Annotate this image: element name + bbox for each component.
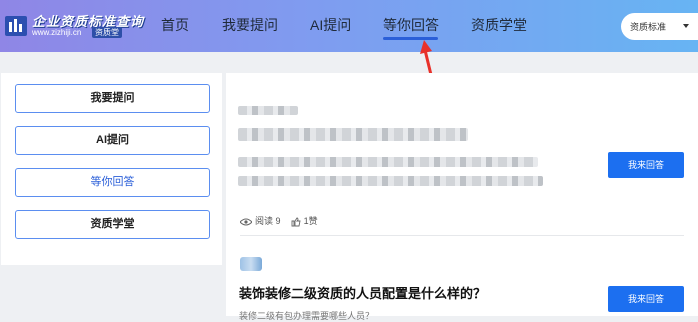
question-card[interactable]: 装饰装修二级资质的人员配置是什么样的？ 装修二级有包办理需要哪些人员？ 我来回答 [226, 236, 698, 321]
question-stats: 阅读 9 1赞 [240, 214, 318, 227]
logo-brand: 资质堂 [92, 27, 122, 38]
sidebar-item-waiting-answers[interactable]: 等你回答 [15, 168, 210, 197]
sidebar-item-ask-question[interactable]: 我要提问 [15, 84, 210, 113]
views-count: 9 [275, 216, 281, 226]
question-card[interactable]: 阅读 9 1赞 我来回答 [226, 73, 698, 236]
likes-label: 赞 [308, 216, 318, 226]
views-label: 阅读 [255, 216, 274, 226]
blurred-question-text [238, 157, 538, 167]
nav-ask-question[interactable]: 我要提问 [222, 15, 278, 35]
blurred-username [238, 106, 298, 115]
eye-icon [240, 218, 252, 226]
nav-qualification-academy[interactable]: 资质学堂 [471, 15, 527, 35]
blurred-question-title [238, 128, 468, 141]
thumbs-up-icon[interactable] [291, 217, 301, 227]
sidebar: 我要提问 AI提问 等你回答 资质学堂 [1, 73, 222, 265]
blurred-question-text [238, 176, 543, 186]
caret-down-icon [683, 24, 689, 28]
logo-url: www.zizhiji.cn [32, 28, 82, 37]
answer-button[interactable]: 我来回答 [608, 286, 684, 312]
nav-ai-question[interactable]: AI提问 [310, 15, 351, 35]
search-category-select[interactable]: 资质标准 [621, 13, 698, 40]
logo-mark-icon [5, 16, 27, 36]
site-logo[interactable]: 企业资质标准查询 www.zizhiji.cn 资质堂 [4, 9, 154, 43]
avatar [240, 257, 262, 271]
answer-button[interactable]: 我来回答 [608, 152, 684, 178]
nav-home[interactable]: 首页 [161, 15, 189, 35]
sidebar-item-qualification-academy[interactable]: 资质学堂 [15, 210, 210, 239]
nav-waiting-answers[interactable]: 等你回答 [383, 15, 439, 35]
question-title[interactable]: 装饰装修二级资质的人员配置是什么样的？ [239, 283, 486, 302]
search-category-label: 资质标准 [630, 22, 667, 32]
top-navigation-bar: 企业资质标准查询 www.zizhiji.cn 资质堂 首页 我要提问 AI提问… [0, 0, 698, 52]
question-list: 阅读 9 1赞 我来回答 装饰装修二级资质的人员配置是什么样的？ 装修二级有包办… [226, 73, 698, 321]
sidebar-item-ai-question[interactable]: AI提问 [15, 126, 210, 155]
